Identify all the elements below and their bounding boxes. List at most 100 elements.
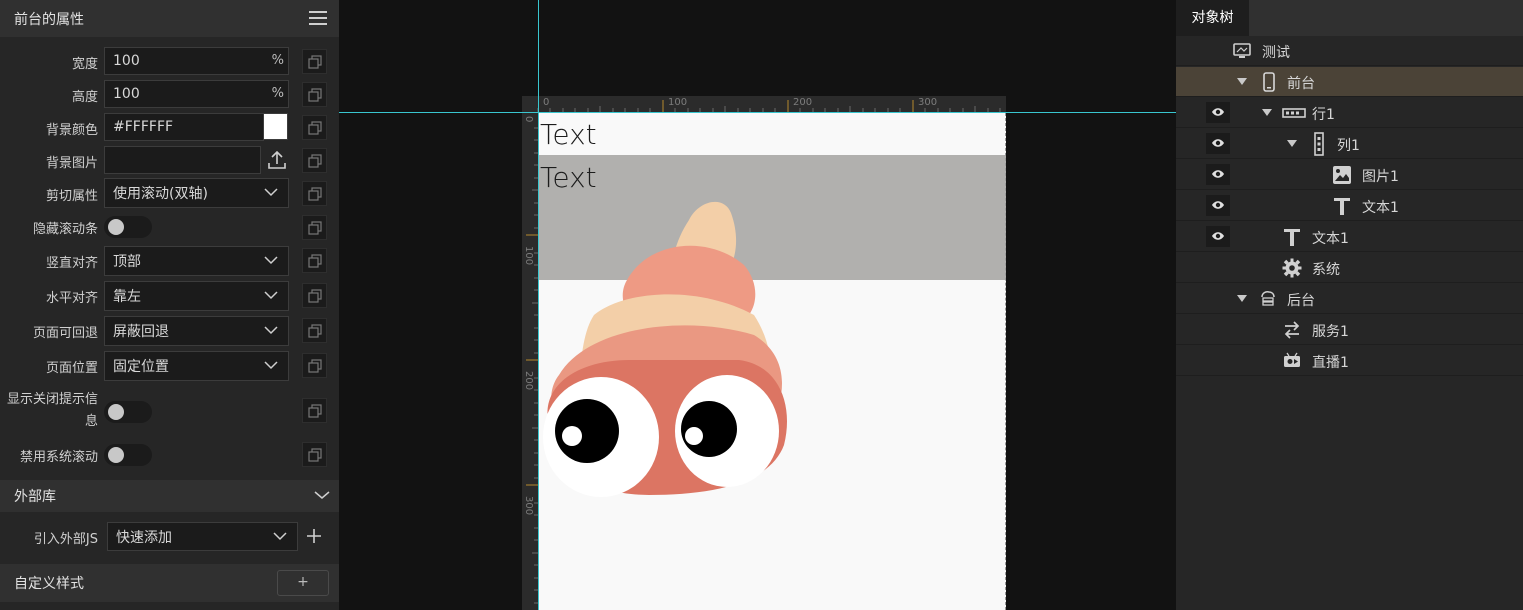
object-tree-tabbar: 对象树 — [1176, 0, 1523, 36]
import-js-select[interactable]: 快速添加 — [107, 522, 298, 551]
text-icon — [1284, 229, 1300, 246]
bgimage-input[interactable] — [104, 146, 261, 174]
page-back-copy-button[interactable] — [302, 318, 327, 343]
halign-copy-button[interactable] — [302, 283, 327, 308]
visibility-toggle[interactable] — [1206, 226, 1230, 247]
page-position-copy-button[interactable] — [302, 353, 327, 378]
hide-scroll-copy-button[interactable] — [302, 215, 327, 240]
ruler-left-label: 100 — [523, 246, 534, 266]
external-lib-header[interactable]: 外部库 — [0, 480, 339, 512]
properties-header: 前台的属性 — [0, 0, 339, 37]
tab-object-tree[interactable]: 对象树 — [1176, 0, 1249, 36]
chevron-down-icon — [264, 188, 278, 197]
expand-caret-icon[interactable] — [1287, 140, 1297, 147]
clip-label: 剪切属性 — [45, 189, 98, 204]
close-tip-label: 显示关闭提示信息 — [6, 392, 98, 429]
canvas-text-2[interactable]: Text — [540, 161, 597, 194]
eye-icon — [1212, 232, 1224, 240]
disable-scroll-copy-button[interactable] — [302, 442, 327, 467]
phone-icon — [1263, 72, 1275, 92]
ruler-top: 0 100 200 300 — [522, 96, 1006, 112]
bgcolor-swatch[interactable] — [263, 113, 288, 140]
add-custom-style-button[interactable]: + — [277, 570, 329, 596]
disable-scroll-toggle[interactable] — [104, 444, 152, 466]
object-tree-panel: 对象树 测试 前台 行1 列1 图片1 文本1 文本1 系统 后台 服务1 直播… — [1176, 0, 1523, 610]
page-back-select[interactable]: 屏蔽回退 — [104, 316, 289, 346]
expand-caret-icon[interactable] — [1237, 78, 1247, 85]
properties-panel: 前台的属性 宽度 100 % 高度 100 % 背景颜色 #FFFFFF 背景图… — [0, 0, 339, 610]
tree-node-column1[interactable]: 列1 — [1176, 129, 1523, 159]
chevron-down-icon — [314, 491, 330, 499]
plus-icon — [307, 529, 321, 543]
bgcolor-copy-button[interactable] — [302, 115, 327, 140]
width-label: 宽度 — [71, 57, 98, 72]
tree-node-backend[interactable]: 后台 — [1176, 284, 1523, 314]
height-input[interactable]: 100 % — [104, 80, 289, 108]
valign-select[interactable]: 顶部 — [104, 246, 289, 276]
ruler-left: 0 100 200 300 — [522, 112, 538, 610]
close-tip-copy-button[interactable] — [302, 398, 327, 423]
bgcolor-input[interactable]: #FFFFFF — [104, 113, 264, 141]
monitor-icon — [1233, 43, 1251, 58]
canvas-text-1[interactable]: Text — [540, 118, 597, 151]
copy-icon — [308, 324, 322, 338]
copy-icon — [308, 221, 322, 235]
column-icon — [1314, 132, 1324, 156]
ruler-left-label: 200 — [523, 371, 534, 391]
valign-label: 竖直对齐 — [45, 256, 98, 271]
expand-caret-icon[interactable] — [1262, 109, 1272, 116]
expand-caret-icon[interactable] — [1237, 295, 1247, 302]
chevron-down-icon — [264, 326, 278, 335]
upload-button[interactable] — [264, 146, 290, 173]
live-icon — [1284, 352, 1300, 367]
copy-icon — [308, 88, 322, 102]
tree-node-test[interactable]: 测试 — [1176, 36, 1523, 66]
visibility-toggle[interactable] — [1206, 195, 1230, 216]
tree-node-image1[interactable]: 图片1 — [1176, 160, 1523, 190]
eye-icon — [1212, 139, 1224, 147]
visibility-toggle[interactable] — [1206, 133, 1230, 154]
guide-line-horizontal — [339, 112, 1176, 113]
tree-node-service1[interactable]: 服务1 — [1176, 315, 1523, 345]
bgimage-copy-button[interactable] — [302, 148, 327, 173]
chevron-down-icon — [264, 361, 278, 370]
visibility-toggle[interactable] — [1206, 164, 1230, 185]
hamburger-menu-icon[interactable] — [309, 11, 327, 25]
tree-node-frontend[interactable]: 前台 — [1176, 67, 1523, 97]
copy-icon — [308, 187, 322, 201]
page-position-select[interactable]: 固定位置 — [104, 351, 289, 381]
valign-copy-button[interactable] — [302, 248, 327, 273]
hide-scroll-label: 隐藏滚动条 — [32, 222, 98, 237]
tree-node-text1[interactable]: 文本1 — [1176, 222, 1523, 252]
external-lib-title: 外部库 — [14, 489, 56, 505]
hide-scroll-toggle[interactable] — [104, 216, 152, 238]
page-canvas[interactable]: Text Text — [539, 113, 1006, 610]
width-input[interactable]: 100 % — [104, 47, 289, 75]
import-js-label: 引入外部JS — [33, 532, 98, 547]
copy-icon — [308, 55, 322, 69]
tree-node-live1[interactable]: 直播1 — [1176, 346, 1523, 376]
halign-select[interactable]: 靠左 — [104, 281, 289, 311]
width-copy-button[interactable] — [302, 49, 327, 74]
halign-label: 水平对齐 — [45, 291, 98, 306]
guide-line-vertical — [538, 0, 539, 610]
snail-shell-creature-image[interactable] — [539, 195, 799, 500]
width-unit: % — [271, 53, 284, 68]
ruler-left-label: 300 — [523, 496, 534, 516]
ruler-left-label: 0 — [523, 116, 534, 123]
clip-copy-button[interactable] — [302, 181, 327, 206]
close-tip-toggle[interactable] — [104, 401, 152, 423]
height-copy-button[interactable] — [302, 82, 327, 107]
ruler-top-label: 0 — [543, 97, 550, 108]
add-external-js-button[interactable] — [302, 522, 327, 549]
gear-icon — [1282, 258, 1302, 278]
page-back-label: 页面可回退 — [32, 326, 98, 341]
copy-icon — [308, 121, 322, 135]
eye-icon — [1212, 201, 1224, 209]
clip-select[interactable]: 使用滚动(双轴) — [104, 178, 289, 208]
tree-node-row1[interactable]: 行1 — [1176, 98, 1523, 128]
upload-icon — [268, 150, 286, 169]
visibility-toggle[interactable] — [1206, 102, 1230, 123]
tree-node-text1-nested[interactable]: 文本1 — [1176, 191, 1523, 221]
tree-node-system[interactable]: 系统 — [1176, 253, 1523, 283]
